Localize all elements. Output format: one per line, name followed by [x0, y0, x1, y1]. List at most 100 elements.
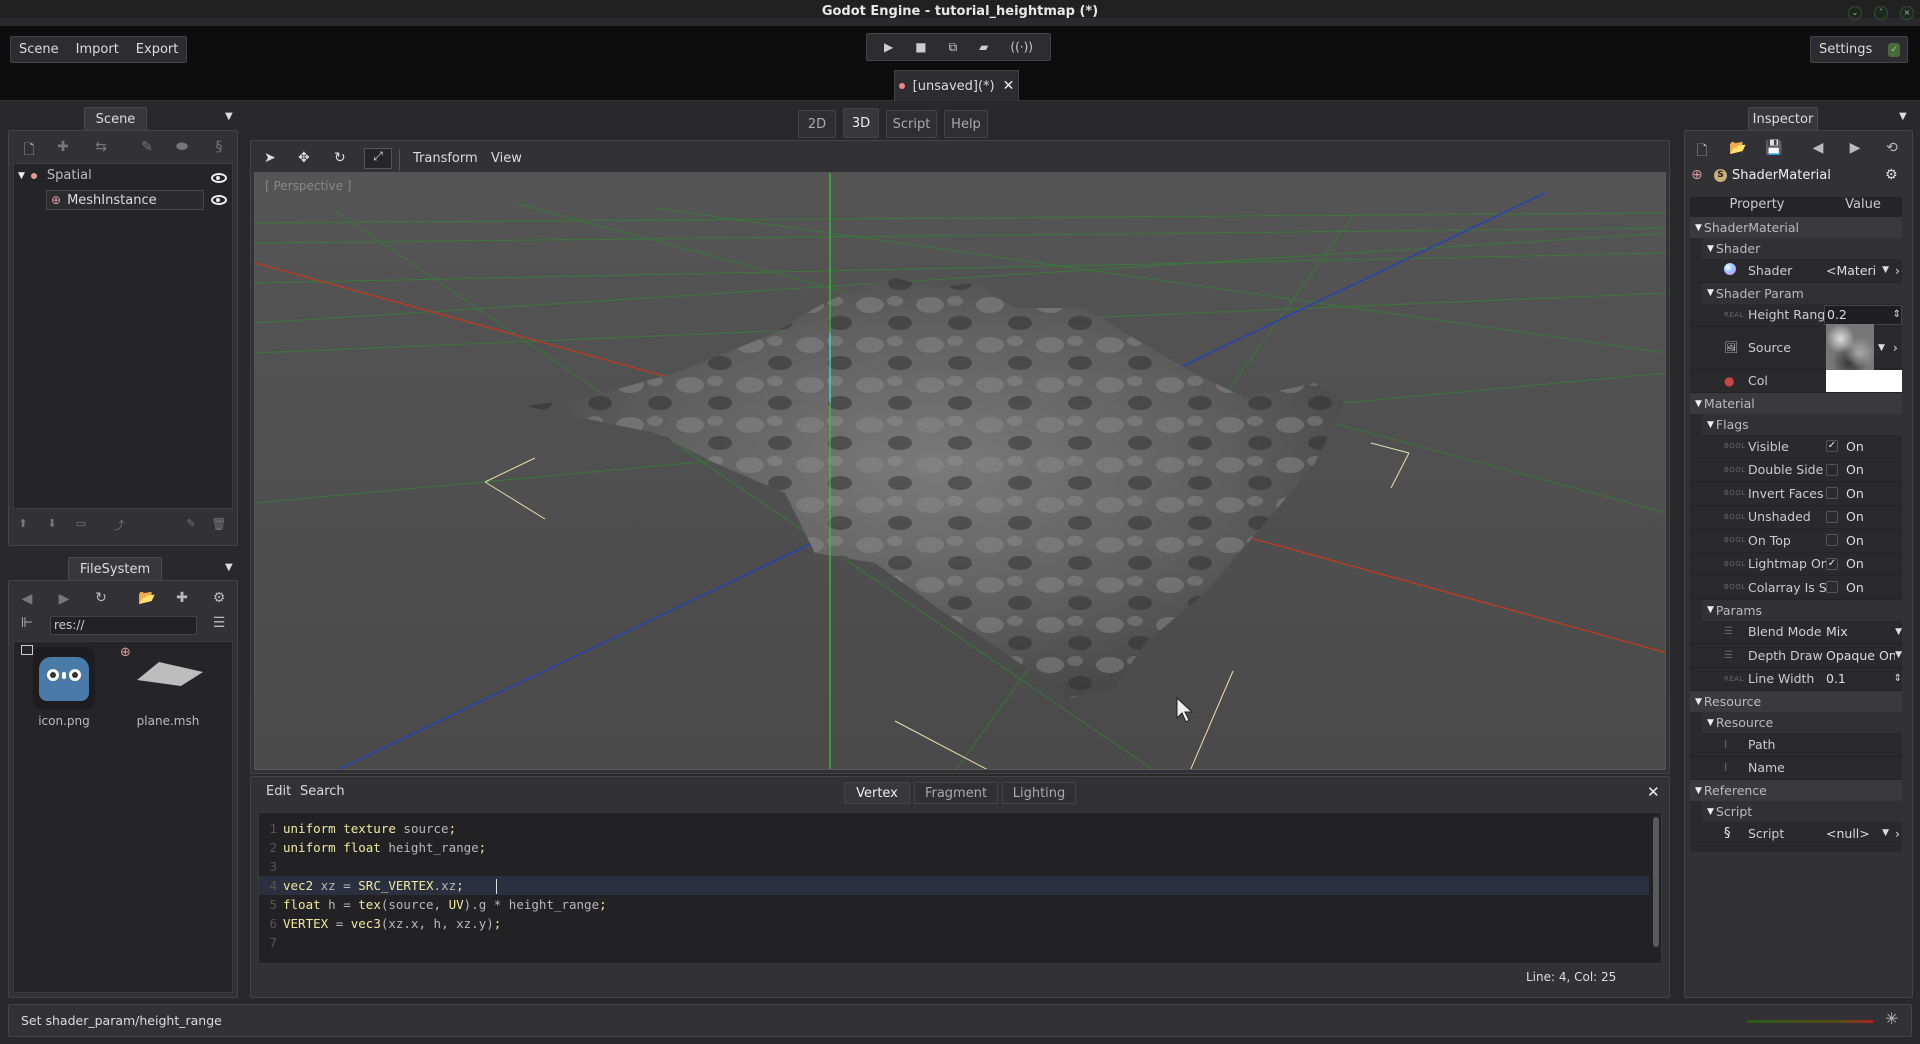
group-shader[interactable]: ▼ Shader	[1702, 238, 1902, 259]
property-value[interactable]: On	[1824, 507, 1902, 527]
texture-preview[interactable]	[1826, 323, 1874, 372]
move-up-icon[interactable]: ⬆	[13, 517, 33, 530]
play-custom-scene-icon[interactable]: ▰	[979, 40, 988, 54]
rotate-tool-icon[interactable]: ↻	[334, 150, 346, 166]
file-label[interactable]: plane.msh	[118, 714, 218, 728]
edit-icon[interactable]: ✎	[181, 517, 201, 530]
expand-arrow-icon[interactable]: ›	[1895, 826, 1900, 841]
visibility-eye-icon[interactable]	[211, 173, 227, 183]
reparent-icon[interactable]: ⤴	[109, 517, 129, 533]
tab-script[interactable]: Script	[886, 110, 937, 138]
collapse-icon[interactable]: ▼	[1695, 223, 1702, 233]
close-window-button[interactable]: ×	[1900, 6, 1914, 20]
dropdown-arrow-icon[interactable]: ▼	[1878, 343, 1885, 353]
history-back-icon[interactable]: ◀	[1808, 140, 1828, 156]
group-params[interactable]: ▼ Params	[1702, 599, 1902, 621]
checkbox-checked[interactable]: ✓	[1826, 557, 1838, 570]
scene-dock-tab[interactable]: Scene	[84, 107, 147, 130]
move-tool-icon[interactable]: ✥	[298, 150, 310, 166]
property-col[interactable]: ● Col	[1690, 369, 1902, 393]
property-blend-mode[interactable]: ☰ Blend Mode Mix ▼	[1690, 621, 1902, 644]
dropdown-arrow-icon[interactable]: ▼	[1895, 627, 1902, 637]
script-icon[interactable]: §	[209, 139, 229, 155]
property-value[interactable]: ✓ On	[1824, 554, 1902, 574]
property-lightmap-on[interactable]: BOOL Lightmap On ✓ On	[1690, 553, 1902, 576]
expand-arrow-icon[interactable]: ›	[1893, 340, 1898, 355]
collapse-icon[interactable]: ▼	[1707, 718, 1714, 728]
debug-remote-icon[interactable]: ((·))	[1010, 40, 1033, 54]
property-value[interactable]: ▼ ›	[1824, 323, 1902, 372]
tab-3d[interactable]: 3D	[843, 108, 879, 138]
menu-export[interactable]: Export	[136, 42, 179, 57]
property-value[interactable]: Opaque Onl ▼	[1824, 645, 1902, 665]
visibility-eye-icon[interactable]	[211, 195, 227, 205]
checkbox-checked[interactable]: ✓	[1826, 440, 1838, 453]
close-tab-icon[interactable]: ✕	[1003, 78, 1015, 94]
property-value[interactable]	[1824, 758, 1902, 778]
file-icon-msh[interactable]	[137, 662, 203, 686]
property-value[interactable]: On	[1824, 577, 1902, 597]
property-source[interactable]: 🖼 Source ▼ ›	[1690, 323, 1902, 372]
delete-icon[interactable]: 🗑	[209, 517, 229, 531]
history-forward-icon[interactable]: ▶	[1845, 140, 1865, 156]
property-colarray-is-s[interactable]: BOOL Colarray Is S On	[1690, 576, 1902, 600]
property-value[interactable]: <Materi ▼ ›	[1824, 260, 1902, 280]
property-script[interactable]: § Script <null> ▼ ›	[1690, 822, 1902, 846]
collapse-icon[interactable]: ▼	[1707, 420, 1714, 430]
section-resource[interactable]: ▼ Resource	[1690, 691, 1902, 712]
expand-icon[interactable]: ▼	[18, 171, 25, 181]
property-unshaded[interactable]: BOOL Unshaded On	[1690, 506, 1902, 529]
property-depth-draw[interactable]: ☰ Depth Draw Opaque Onl ▼	[1690, 644, 1902, 668]
transform-menu[interactable]: Transform	[413, 151, 478, 166]
property-value[interactable]: <null> ▼ ›	[1824, 823, 1902, 843]
dropdown-arrow-icon[interactable]: ▼	[1895, 650, 1902, 660]
spinner-icon[interactable]: ⇕	[1894, 673, 1902, 684]
property-double-side[interactable]: BOOL Double Side On	[1690, 459, 1902, 482]
checkbox-unchecked[interactable]	[1826, 463, 1838, 476]
dropdown-arrow-icon[interactable]: ▼	[1882, 265, 1889, 275]
property-value[interactable]: ✓ On	[1824, 436, 1902, 456]
property-invert-faces[interactable]: BOOL Invert Faces On	[1690, 482, 1902, 506]
perspective-label[interactable]: [ Perspective ]	[265, 179, 352, 193]
view-menu[interactable]: View	[491, 151, 522, 166]
inspector-dock-menu-icon[interactable]: ▼	[1899, 111, 1907, 122]
checkbox-unchecked[interactable]	[1826, 487, 1838, 500]
play-scene-icon[interactable]: ⧉	[949, 40, 958, 55]
file-icon-png[interactable]	[33, 647, 95, 709]
tree-item-spatial[interactable]: ▼ Spatial	[18, 168, 92, 183]
property-value[interactable]: Mix ▼	[1824, 622, 1902, 642]
dropdown-arrow-icon[interactable]: ▼	[1882, 828, 1889, 838]
group-flags[interactable]: ▼ Flags	[1702, 414, 1902, 435]
group-shader-param[interactable]: ▼ Shader Param	[1702, 282, 1902, 304]
collapse-icon[interactable]: ▼	[1707, 244, 1714, 254]
collapse-icon[interactable]: ▼	[1707, 807, 1714, 817]
new-node-icon[interactable]: 🗋	[19, 139, 39, 163]
property-value[interactable]: On	[1824, 530, 1902, 550]
collapse-icon[interactable]: ▼	[1707, 605, 1714, 615]
code-area[interactable]: 1 uniform texture source; 2 uniform float …	[258, 812, 1662, 964]
property-value[interactable]	[1824, 734, 1902, 754]
color-swatch[interactable]	[1826, 369, 1902, 392]
settings-gear-icon[interactable]: ⚙	[209, 590, 229, 606]
history-icon[interactable]: ⟲	[1882, 140, 1902, 156]
move-down-icon[interactable]: ⬇	[42, 517, 62, 530]
add-icon[interactable]: ✚	[172, 590, 192, 606]
replace-icon[interactable]: ⇆	[91, 139, 111, 155]
property-shader[interactable]: Shader <Materi ▼ ›	[1690, 259, 1902, 283]
filesystem-dock-tab[interactable]: FileSystem	[68, 557, 162, 580]
load-resource-icon[interactable]: 📂	[1728, 140, 1748, 156]
section-shadermaterial[interactable]: ▼ ShaderMaterial	[1690, 217, 1902, 238]
property-value[interactable]: 0.1 ⇕	[1824, 669, 1902, 689]
back-icon[interactable]: ◀	[17, 591, 37, 607]
minimize-button[interactable]: ⌄	[1848, 6, 1862, 20]
filesystem-dock-menu-icon[interactable]: ▼	[225, 562, 233, 573]
tree-item-meshinstance[interactable]: ⊕ MeshInstance	[46, 190, 204, 210]
maximize-button[interactable]: ˄	[1874, 6, 1888, 20]
file-label[interactable]: icon.png	[14, 714, 114, 728]
collapse-icon[interactable]: ▼	[1695, 697, 1702, 707]
duplicate-icon[interactable]: ▭	[71, 517, 91, 530]
property-value[interactable]	[1824, 369, 1902, 392]
property-path[interactable]: I Path	[1690, 733, 1902, 757]
property-value[interactable]: On	[1824, 483, 1902, 503]
property-value[interactable]: On	[1824, 460, 1902, 480]
